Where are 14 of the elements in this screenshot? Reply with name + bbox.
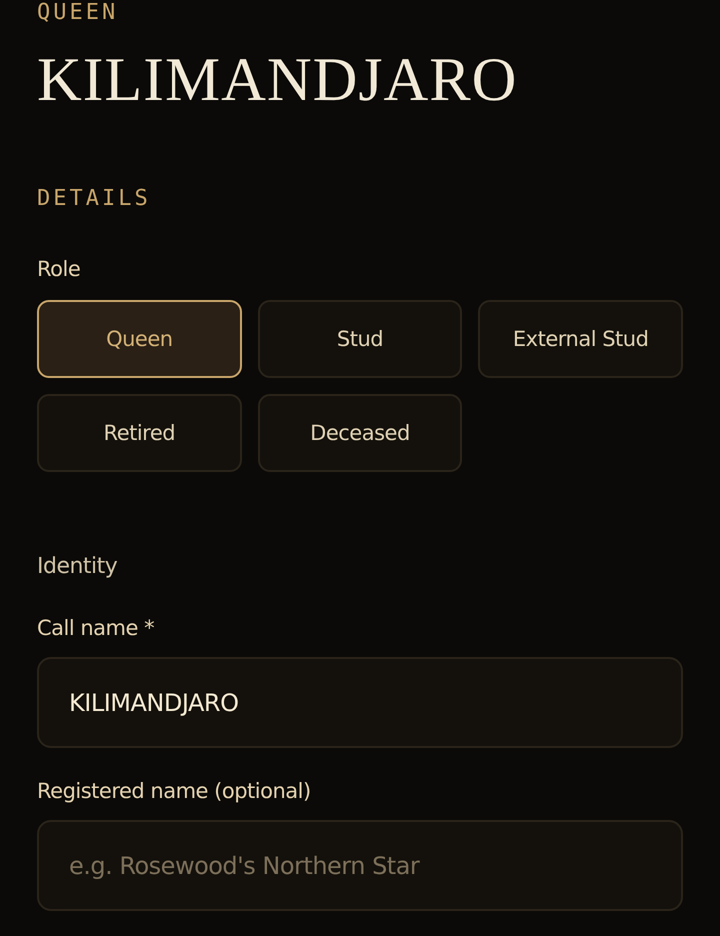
section-title: DETAILS <box>37 186 152 212</box>
page-title: KILIMANDJARO <box>37 45 518 116</box>
field-label: Role <box>37 256 82 282</box>
role-eyebrow: QUEEN <box>37 0 120 26</box>
role-option[interactable]: External Stud <box>478 300 683 378</box>
text-field[interactable]: e.g. Rosewood's Northern Star <box>37 820 683 911</box>
field-label: Registered name (optional) <box>37 778 312 804</box>
field-label: Call name * <box>37 615 156 641</box>
role-option[interactable]: Deceased <box>258 394 462 472</box>
role-option[interactable]: Retired <box>37 394 242 472</box>
text-field[interactable]: KILIMANDJARO <box>37 657 683 748</box>
role-option[interactable]: Stud <box>258 300 462 378</box>
role-option[interactable]: Queen <box>37 300 242 378</box>
group-heading: Identity <box>37 554 118 580</box>
